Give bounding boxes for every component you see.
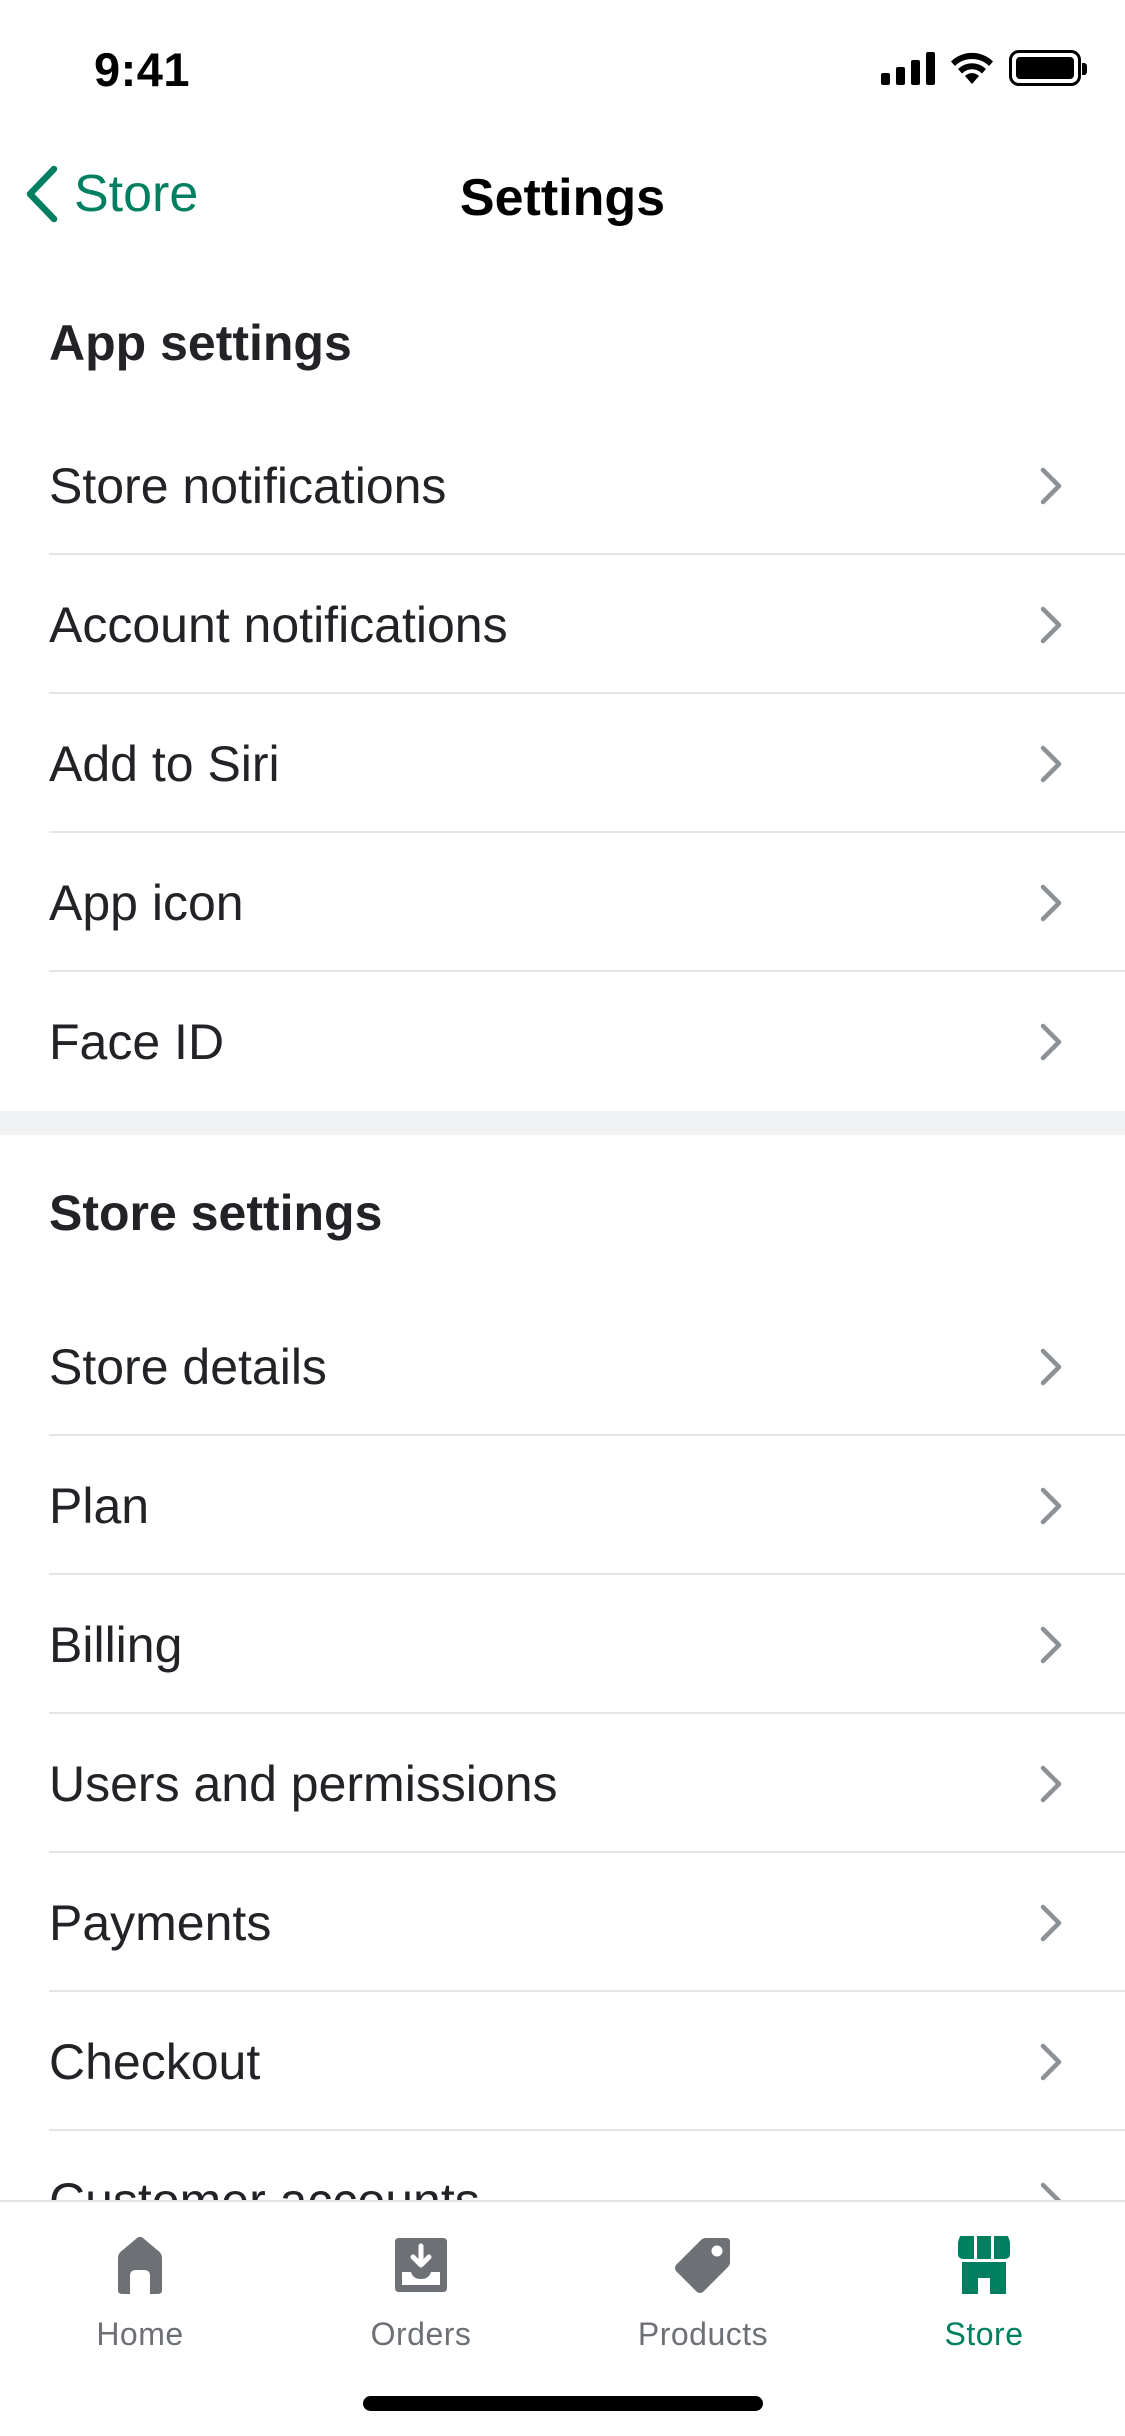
- chevron-right-icon: [1040, 2182, 1062, 2200]
- tab-home-label: Home: [96, 2316, 184, 2352]
- back-button-label: Store: [74, 165, 199, 223]
- battery-icon: [1009, 50, 1087, 86]
- tab-products[interactable]: Products: [603, 2232, 803, 2353]
- section-header-app-settings: App settings: [49, 315, 352, 371]
- tab-orders-label: Orders: [370, 2316, 472, 2352]
- list-item-customer-accounts[interactable]: Customer accounts: [0, 2131, 1125, 2200]
- list-item-label: Account notifications: [49, 596, 508, 653]
- list-item-label: Store notifications: [49, 457, 447, 514]
- list-item-label: Add to Siri: [49, 735, 280, 792]
- list-item-store-notifications[interactable]: Store notifications: [0, 416, 1125, 555]
- chevron-right-icon: [1040, 606, 1062, 643]
- status-bar: 9:41: [0, 0, 1125, 132]
- store-icon: [958, 2236, 1010, 2294]
- tag-icon: [675, 2238, 730, 2293]
- list-item-store-details[interactable]: Store details: [0, 1297, 1125, 1436]
- list-item-label: App icon: [49, 874, 244, 931]
- chevron-right-icon: [1040, 1626, 1062, 1663]
- list-item-app-icon[interactable]: App icon: [0, 833, 1125, 972]
- list-item-label: Checkout: [49, 2033, 261, 2090]
- list-item-add-to-siri[interactable]: Add to Siri: [0, 694, 1125, 833]
- cellular-signal-icon: [881, 51, 935, 85]
- chevron-right-icon: [1040, 1765, 1062, 1802]
- list-item-label: Face ID: [49, 1013, 225, 1070]
- list-item-label: Users and permissions: [49, 1755, 558, 1812]
- chevron-right-icon: [1040, 745, 1062, 782]
- chevron-right-icon: [1040, 2043, 1062, 2080]
- chevron-right-icon: [1040, 1023, 1062, 1060]
- tab-products-label: Products: [637, 2316, 769, 2352]
- section-header-store-settings: Store settings: [49, 1185, 383, 1241]
- chevron-right-icon: [1040, 1348, 1062, 1385]
- list-item-payments[interactable]: Payments: [0, 1853, 1125, 1992]
- list-item-label: Store details: [49, 1338, 327, 1395]
- chevron-right-icon: [1040, 1487, 1062, 1524]
- settings-list[interactable]: App settings Store notifications Account…: [0, 264, 1125, 2200]
- wifi-icon: [951, 52, 993, 84]
- section-divider: [0, 1111, 1125, 1135]
- list-item-plan[interactable]: Plan: [0, 1436, 1125, 1575]
- list-item-account-notifications[interactable]: Account notifications: [0, 555, 1125, 694]
- chevron-right-icon: [1040, 884, 1062, 921]
- tab-store[interactable]: Store: [884, 2232, 1084, 2353]
- orders-icon: [395, 2238, 447, 2292]
- list-item-users-and-permissions[interactable]: Users and permissions: [0, 1714, 1125, 1853]
- tab-orders[interactable]: Orders: [321, 2232, 521, 2353]
- home-icon: [118, 2236, 162, 2294]
- list-item-label: Billing: [49, 1616, 183, 1673]
- home-indicator: [363, 2396, 763, 2411]
- chevron-right-icon: [1040, 467, 1062, 504]
- status-icons: [881, 50, 1087, 86]
- chevron-right-icon: [1040, 1904, 1062, 1941]
- status-time: 9:41: [94, 43, 191, 96]
- list-item-billing[interactable]: Billing: [0, 1575, 1125, 1714]
- chevron-left-icon: [26, 165, 58, 223]
- list-item-label: Customer accounts: [49, 2172, 480, 2201]
- tab-store-label: Store: [944, 2316, 1024, 2352]
- tab-home[interactable]: Home: [40, 2232, 240, 2353]
- list-item-label: Payments: [49, 1894, 272, 1951]
- list-item-checkout[interactable]: Checkout: [0, 1992, 1125, 2131]
- back-button[interactable]: Store: [24, 164, 198, 224]
- navigation-bar: Settings Store: [0, 132, 1125, 264]
- list-item-label: Plan: [49, 1477, 150, 1534]
- list-item-face-id[interactable]: Face ID: [0, 972, 1125, 1111]
